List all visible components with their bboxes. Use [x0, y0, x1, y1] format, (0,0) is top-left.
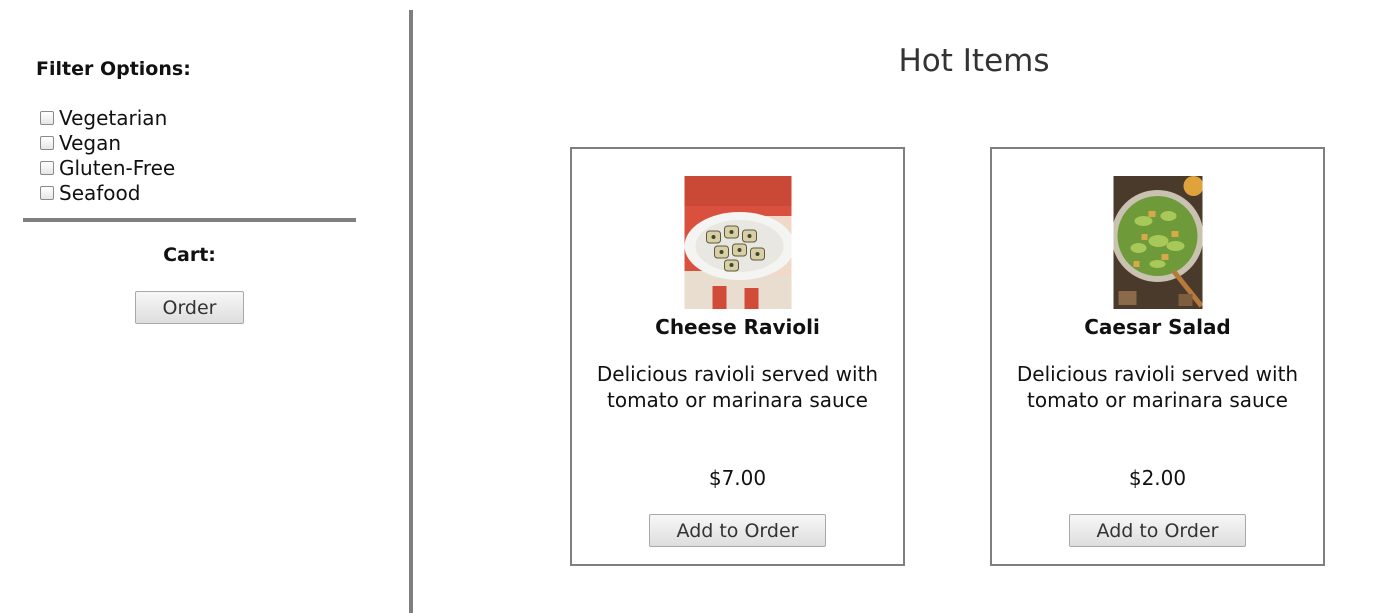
- item-description: Delicious ravioli served with tomato or …: [1016, 362, 1299, 412]
- add-to-order-button[interactable]: Add to Order: [649, 514, 826, 547]
- vegan-checkbox[interactable]: [40, 135, 54, 150]
- item-price: $7.00: [708, 466, 767, 490]
- item-price: $2.00: [1128, 466, 1187, 490]
- filter-label: Vegetarian: [59, 105, 168, 130]
- item-description: Delicious ravioli served with tomato or …: [596, 362, 879, 412]
- menu-item-card: Cheese Ravioli Delicious ravioli served …: [570, 147, 905, 566]
- sidebar-divider: [23, 218, 356, 222]
- filter-label: Vegan: [59, 130, 122, 155]
- filter-label: Gluten-Free: [59, 155, 176, 180]
- filter-vegan[interactable]: Vegan: [40, 130, 175, 155]
- gluten-free-checkbox[interactable]: [40, 160, 54, 175]
- ravioli-photo: [684, 176, 791, 309]
- item-name: Caesar Salad: [1084, 315, 1231, 339]
- filter-seafood[interactable]: Seafood: [40, 180, 175, 205]
- filter-list: Vegetarian Vegan Gluten-Free Seafood: [40, 105, 175, 205]
- filter-gluten-free[interactable]: Gluten-Free: [40, 155, 175, 180]
- sidebar: Filter Options: Vegetarian Vegan Gluten-…: [0, 0, 410, 613]
- salad-photo: [1113, 176, 1202, 309]
- page-title: Hot Items: [898, 43, 1050, 79]
- item-name: Cheese Ravioli: [655, 315, 820, 339]
- menu-item-card: Caesar Salad Delicious ravioli served wi…: [990, 147, 1325, 566]
- add-to-order-button[interactable]: Add to Order: [1069, 514, 1246, 547]
- filter-label: Seafood: [59, 180, 141, 205]
- cart-title: Cart:: [163, 244, 216, 266]
- filter-vegetarian[interactable]: Vegetarian: [40, 105, 175, 130]
- main-divider: [409, 10, 413, 613]
- vegetarian-checkbox[interactable]: [40, 110, 54, 125]
- order-button[interactable]: Order: [135, 291, 244, 324]
- filter-options-title: Filter Options:: [36, 58, 191, 80]
- seafood-checkbox[interactable]: [40, 185, 54, 200]
